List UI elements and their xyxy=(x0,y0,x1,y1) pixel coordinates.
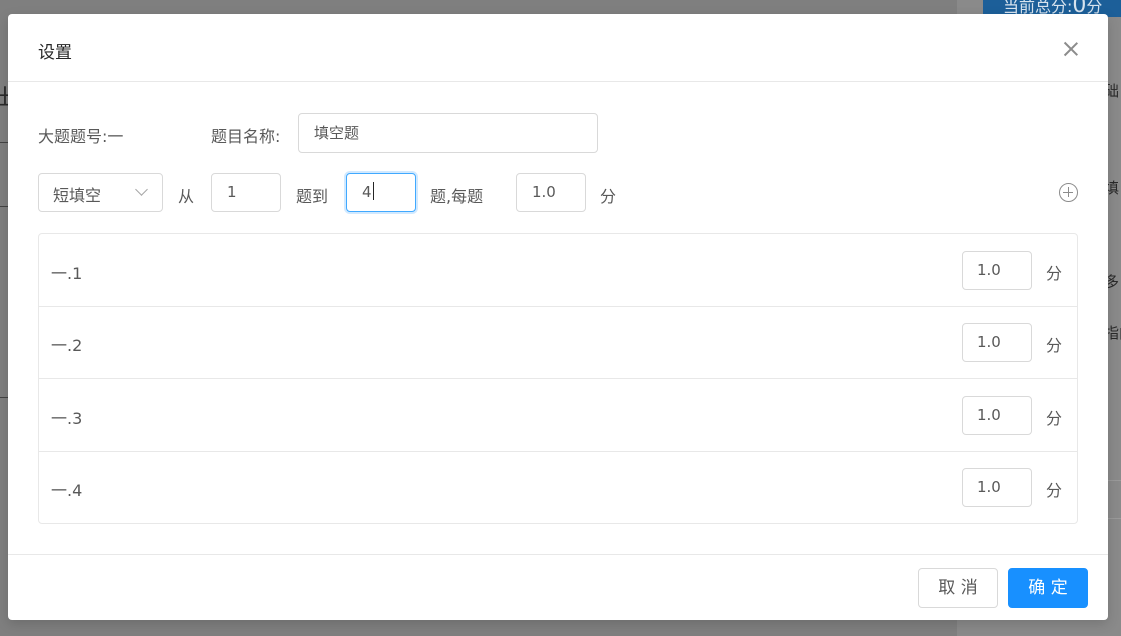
question-score-unit: 分 xyxy=(1046,409,1063,428)
settings-dialog: 设置 大题题号:一 题目名称: 填空题 短填空 从 1 题到 4 题,每题 1.… xyxy=(8,14,1108,620)
text-cursor xyxy=(372,182,374,200)
chevron-down-icon xyxy=(135,183,148,196)
dialog-footer: 取 消 确 定 xyxy=(8,554,1108,620)
question-score-unit: 分 xyxy=(1046,336,1063,355)
to-label: 题到 xyxy=(296,187,329,206)
question-list: 一.1 1.0 分 一.2 1.0 分 一.3 1.0 分 一.4 1.0 分 xyxy=(38,233,1078,524)
question-label: 一.2 xyxy=(51,336,83,355)
question-label: 一.1 xyxy=(51,264,83,283)
question-type-value: 短填空 xyxy=(53,186,102,205)
background-divider xyxy=(1108,480,1121,481)
cancel-button[interactable]: 取 消 xyxy=(918,568,998,608)
question-name-label: 题目名称: xyxy=(211,127,281,146)
to-input-value: 4 xyxy=(362,183,372,201)
question-type-select[interactable]: 短填空 xyxy=(38,173,163,212)
dialog-title: 设置 xyxy=(38,43,72,63)
section-number-label: 大题题号:一 xyxy=(38,123,123,147)
dialog-header: 设置 xyxy=(8,14,1108,82)
from-input[interactable]: 1 xyxy=(211,173,281,212)
background-divider xyxy=(0,142,8,143)
plus-circle-icon[interactable] xyxy=(1059,183,1078,202)
background-divider xyxy=(1108,518,1121,519)
question-score-input[interactable]: 1.0 xyxy=(962,468,1032,507)
question-score-unit: 分 xyxy=(1046,264,1063,283)
background-divider xyxy=(0,397,8,398)
question-score-input[interactable]: 1.0 xyxy=(962,396,1032,435)
question-row: 一.2 1.0 分 xyxy=(39,306,1077,379)
to-input[interactable]: 4 xyxy=(346,173,416,212)
question-score-unit: 分 xyxy=(1046,481,1063,500)
from-label: 从 xyxy=(178,187,195,206)
section-number-label-text: 大题题号: xyxy=(38,127,108,146)
section-number-value: 一 xyxy=(107,127,124,146)
close-icon[interactable] xyxy=(1060,38,1082,60)
question-score-input[interactable]: 1.0 xyxy=(962,323,1032,362)
question-row: 一.1 1.0 分 xyxy=(39,234,1077,307)
background-divider xyxy=(0,206,8,207)
confirm-button[interactable]: 确 定 xyxy=(1008,568,1088,608)
question-label: 一.4 xyxy=(51,481,83,500)
unit-label: 分 xyxy=(600,187,617,206)
question-label: 一.3 xyxy=(51,409,83,428)
question-name-input[interactable]: 填空题 xyxy=(298,113,598,153)
question-row: 一.4 1.0 分 xyxy=(39,451,1077,524)
each-label: 题,每题 xyxy=(430,187,484,206)
question-row: 一.3 1.0 分 xyxy=(39,379,1077,452)
each-score-input[interactable]: 1.0 xyxy=(516,173,586,212)
question-score-input[interactable]: 1.0 xyxy=(962,251,1032,290)
